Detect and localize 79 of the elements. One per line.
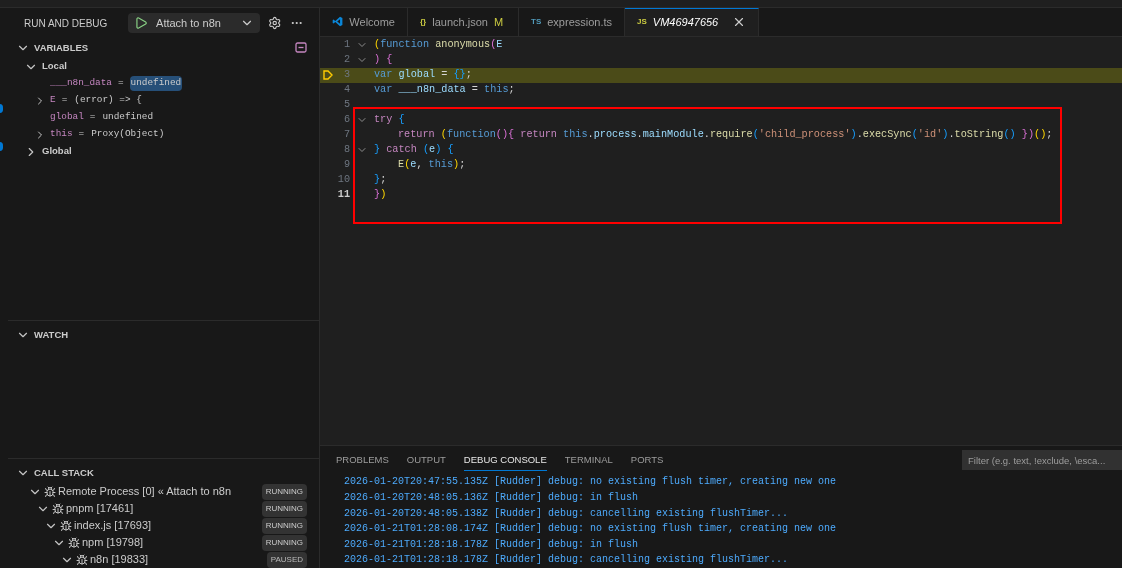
console-line: 2026-01-20T20:47:55.135Z [Rudder] debug: no existing flush timer, creating new one (344, 475, 838, 490)
code-line: }) (374, 188, 387, 203)
variable-name[interactable]: E (50, 93, 56, 108)
line-number: 11 (336, 188, 350, 203)
line-number: 2 (342, 53, 350, 68)
line-number: 9 (342, 158, 350, 173)
process-label[interactable]: Remote Process [0] « Attach to n8n (58, 483, 232, 500)
equals-sign: = (61, 93, 68, 108)
scope-label[interactable]: Local (42, 59, 67, 74)
code-line: var ___n8n_data = this; (374, 83, 515, 98)
line-number: 8 (342, 143, 350, 158)
section-title[interactable]: VARIABLES (34, 40, 89, 56)
bug-icon (60, 519, 72, 532)
equals-sign: = (78, 127, 85, 142)
editor-tab[interactable]: JS VM46947656 (625, 8, 760, 36)
status-label: RUNNING (261, 517, 307, 534)
panel-tab[interactable]: DEBUG CONSOLE (463, 449, 547, 472)
launch-config-dropdown[interactable]: Attach to n8n (128, 13, 261, 33)
file-type-icon: {} (420, 15, 427, 28)
variable-value: (error) => { (73, 93, 143, 108)
status-label: RUNNING (261, 500, 307, 517)
bug-icon (52, 502, 64, 515)
file-type-icon: TS (531, 15, 542, 28)
code-line: return (function(){ return this.process.mainModule.require('child_process').execSync('id').toString() })(); (397, 128, 1053, 143)
sidebar-title: RUN AND DEBUG (24, 16, 109, 31)
code-line: (function anonymous(E (374, 38, 503, 53)
play-icon[interactable] (134, 16, 149, 30)
code-line: }; (374, 173, 387, 188)
status-label: RUNNING (261, 534, 307, 551)
line-number: 6 (342, 113, 350, 128)
modified-label: M (493, 14, 504, 30)
panel-tab[interactable]: PORTS (630, 449, 664, 472)
code-line: var global = {}; (374, 68, 472, 83)
variable-value: undefined (101, 110, 155, 125)
status-label: RUNNING (261, 483, 307, 500)
console-line: 2026-01-20T20:48:05.138Z [Rudder] debug: cancelling existing flushTimer... (344, 506, 790, 521)
settings-icon[interactable] (268, 16, 282, 30)
console-line: 2026-01-21T01:28:08.174Z [Rudder] debug: no existing flush timer, creating new one (344, 522, 838, 537)
editor-tab[interactable]: {} launch.json M (408, 8, 519, 36)
process-label[interactable]: pnpm [17461] (66, 500, 134, 517)
equals-sign: = (117, 76, 124, 91)
bug-icon (44, 485, 56, 498)
console-line: 2026-01-21T01:28:18.178Z [Rudder] debug: in flush (344, 537, 640, 552)
code-line: } catch (e) { (374, 143, 454, 158)
current-line-arrow-icon (323, 70, 333, 80)
process-label[interactable]: n8n [19833] (90, 551, 149, 568)
bug-icon (76, 553, 88, 566)
line-number: 5 (342, 98, 350, 113)
code-line: E(e, this); (397, 158, 466, 173)
line-number: 4 (342, 83, 350, 98)
panel-tab[interactable]: OUTPUT (406, 449, 446, 472)
variable-name[interactable]: ___n8n_data (50, 76, 112, 91)
line-number: 10 (336, 173, 350, 188)
line-number: 1 (342, 38, 350, 53)
line-number: 7 (342, 128, 350, 143)
section-title[interactable]: WATCH (34, 327, 69, 343)
line-number: 3 (342, 68, 350, 83)
file-type-icon: JS (637, 16, 647, 29)
panel-tab[interactable]: PROBLEMS (336, 449, 389, 472)
editor-tab[interactable]: Welcome (320, 8, 408, 36)
process-label[interactable]: npm [19798] (82, 534, 144, 551)
scope-label[interactable]: Global (42, 144, 72, 159)
process-label[interactable]: index.js [17693] (74, 517, 152, 534)
variable-name[interactable]: this (50, 127, 73, 142)
filter-field[interactable]: Filter (e.g. text, !exclude, \esca... (962, 450, 1122, 471)
variable-name[interactable]: global (50, 110, 84, 125)
code-line: try { (374, 113, 405, 128)
section-title[interactable]: CALL STACK (34, 465, 94, 481)
bug-icon (68, 536, 80, 549)
console-line: 2026-01-20T20:48:05.136Z [Rudder] debug: in flush (344, 491, 640, 506)
status-label: PAUSED (266, 551, 307, 568)
console-line: 2026-01-21T01:28:18.178Z [Rudder] debug: cancelling existing flushTimer... (344, 553, 790, 568)
equals-sign: = (89, 110, 96, 125)
vscode-logo-icon (332, 15, 344, 29)
variable-value: undefined (129, 76, 183, 91)
variable-value: Proxy(Object) (90, 127, 166, 142)
collapse-all-icon[interactable] (295, 42, 307, 54)
panel-tab[interactable]: TERMINAL (564, 449, 613, 472)
code-line: ) { (374, 53, 393, 68)
